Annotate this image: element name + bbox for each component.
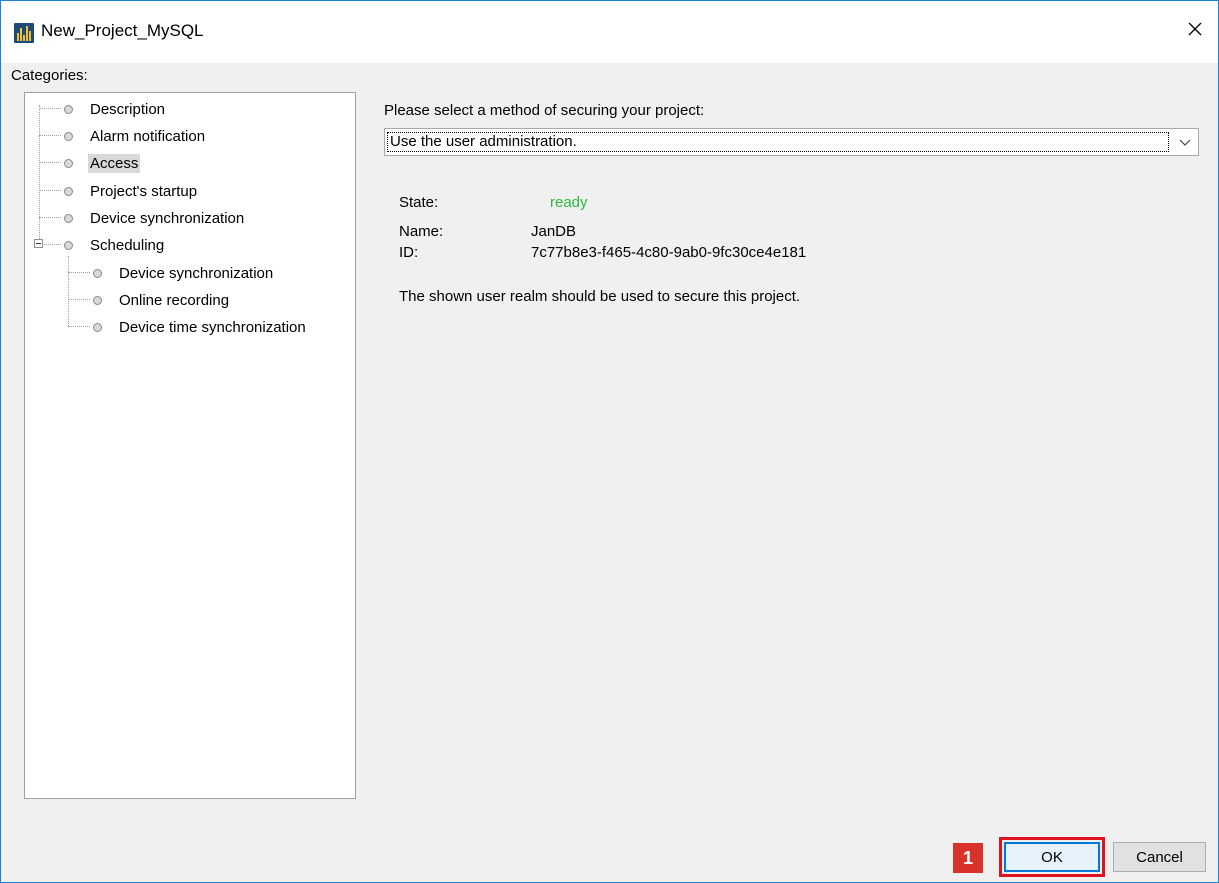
bullet-icon — [64, 158, 73, 168]
tree-item-label: Scheduling — [90, 236, 165, 254]
tree-connector — [39, 162, 61, 163]
tree-connector — [68, 326, 90, 327]
tree-item-label: Project's startup — [90, 182, 198, 200]
tree-item-label: Device synchronization — [119, 264, 274, 282]
tree-item-label: Device synchronization — [90, 209, 245, 227]
categories-tree[interactable]: Description Alarm notification Access Pr… — [24, 92, 356, 799]
chevron-down-icon — [1179, 139, 1191, 146]
name-label: Name: — [399, 223, 444, 240]
name-value: JanDB — [531, 223, 577, 240]
tree-connector — [68, 272, 90, 273]
realm-note: The shown user realm should be used to s… — [399, 288, 801, 305]
categories-label: Categories: — [11, 67, 88, 84]
expand-collapse-toggle[interactable] — [34, 239, 43, 248]
close-button[interactable] — [1172, 9, 1218, 49]
tree-item-description[interactable]: Description — [64, 97, 167, 121]
bullet-icon — [93, 322, 102, 332]
tree-item-label: Device time synchronization — [119, 318, 306, 336]
tree-connector — [39, 105, 40, 243]
security-method-value: Use the user administration. — [387, 132, 1169, 152]
tree-item-scheduling-device-synchronization[interactable]: Device synchronization — [93, 261, 275, 285]
bullet-icon — [64, 131, 73, 141]
tree-connector — [68, 256, 69, 326]
tree-item-label: Description — [90, 100, 166, 118]
tree-connector — [39, 217, 61, 218]
app-icon — [14, 23, 34, 43]
state-value: ready — [550, 194, 588, 211]
close-icon — [1188, 22, 1202, 36]
window-title: New_Project_MySQL — [41, 21, 204, 40]
step-badge: 1 — [953, 843, 983, 873]
bullet-icon — [64, 186, 73, 196]
tree-connector — [39, 108, 61, 109]
tree-connector — [68, 299, 90, 300]
id-value: 7c77b8e3-f465-4c80-9ab0-9fc30ce4e181 — [531, 244, 807, 261]
tree-item-device-synchronization[interactable]: Device synchronization — [64, 206, 246, 230]
tree-connector — [39, 135, 61, 136]
tree-item-label: Online recording — [119, 291, 230, 309]
tree-item-alarm-notification[interactable]: Alarm notification — [64, 124, 207, 148]
tree-connector — [44, 244, 61, 245]
dialog-window: New_Project_MySQL Categories: Descriptio… — [0, 0, 1219, 883]
tree-item-scheduling[interactable]: Scheduling — [64, 233, 166, 257]
bullet-icon — [64, 213, 73, 223]
tree-item-label: Alarm notification — [90, 127, 206, 145]
tree-item-projects-startup[interactable]: Project's startup — [64, 179, 199, 203]
bullet-icon — [64, 104, 73, 114]
tree-item-label: Access — [88, 153, 141, 173]
id-label: ID: — [399, 244, 419, 261]
bullet-icon — [64, 240, 73, 250]
title-bar: New_Project_MySQL — [1, 1, 1218, 63]
ok-button[interactable]: OK — [1004, 842, 1100, 872]
bullet-icon — [93, 295, 102, 305]
state-label: State: — [399, 194, 439, 211]
tree-item-device-time-synchronization[interactable]: Device time synchronization — [93, 315, 308, 339]
security-method-select[interactable]: Use the user administration. — [384, 128, 1199, 156]
bullet-icon — [93, 268, 102, 278]
cancel-button[interactable]: Cancel — [1113, 842, 1206, 872]
security-method-prompt: Please select a method of securing your … — [384, 102, 705, 119]
tree-item-online-recording[interactable]: Online recording — [93, 288, 231, 312]
tree-connector — [39, 190, 61, 191]
tree-item-access[interactable]: Access — [64, 151, 141, 175]
